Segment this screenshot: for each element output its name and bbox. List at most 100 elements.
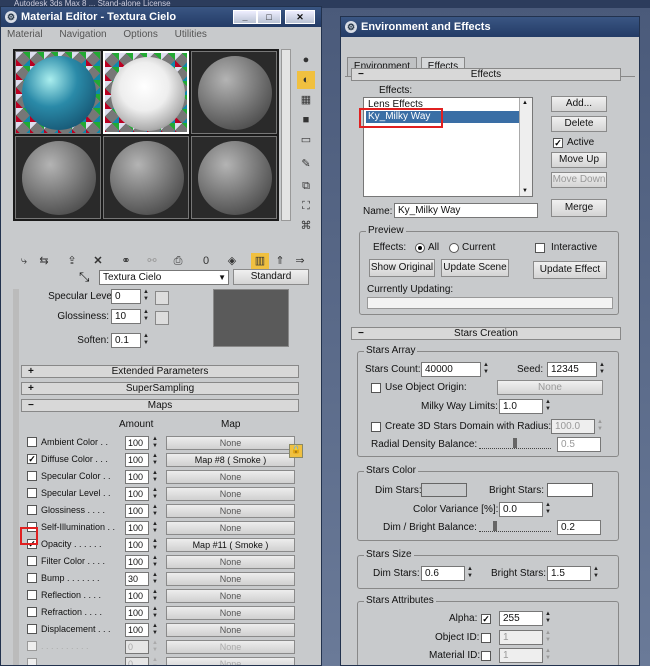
put-to-scene-icon[interactable]: ⇆ [35, 253, 53, 269]
move-up-button[interactable]: Move Up [551, 152, 607, 168]
map-slot-button[interactable]: None [166, 470, 295, 484]
sample-slot-6[interactable] [191, 136, 277, 219]
effects-rollout[interactable]: − Effects [351, 68, 621, 81]
make-unique-icon[interactable]: ⚯ [143, 253, 161, 269]
map-slot-button[interactable]: None [166, 589, 295, 603]
move-down-button[interactable]: Move Down [551, 172, 607, 188]
map-slot-button[interactable]: Map #8 ( Smoke ) [166, 453, 295, 467]
spinner-icon[interactable]: ▲▼ [151, 589, 159, 604]
specular-level-input[interactable]: 0 [111, 289, 141, 304]
scroll-down-icon[interactable]: ▼ [522, 188, 528, 194]
map-shortcut-button[interactable] [155, 291, 169, 305]
map-amount-input[interactable]: 100 [125, 538, 149, 552]
effects-list-scrollbar[interactable]: ▲ ▼ [519, 98, 532, 196]
spinner-icon[interactable]: ▲▼ [151, 453, 159, 468]
map-amount-input[interactable]: 100 [125, 470, 149, 484]
spinner-icon[interactable]: ▲▼ [544, 502, 552, 517]
map-amount-input[interactable]: 100 [125, 623, 149, 637]
milky-way-limits-input[interactable]: 1.0 [499, 399, 543, 414]
spinner-icon[interactable]: ▲▼ [151, 521, 159, 536]
sample-slot-5[interactable] [103, 136, 189, 219]
map-slot-button[interactable]: None [166, 487, 295, 501]
menu-navigation[interactable]: Navigation [59, 29, 106, 40]
sample-slot-1[interactable] [15, 51, 101, 134]
material-editor-titlebar[interactable]: ⚙ Material Editor - Textura Cielo _ □ ✕ [1, 7, 321, 27]
spinner-icon[interactable]: ▲▼ [151, 640, 159, 655]
go-forward-sibling-icon[interactable]: ⇒ [291, 253, 309, 269]
map-amount-input[interactable]: 0 [125, 657, 149, 665]
dim-bright-balance-input[interactable]: 0.2 [557, 520, 601, 535]
radius-input[interactable]: 100.0 [551, 419, 595, 434]
seed-input[interactable]: 12345 [547, 362, 597, 377]
map-enable-checkbox[interactable] [27, 488, 37, 498]
object-id-input[interactable]: 1 [499, 630, 543, 645]
go-to-parent-icon[interactable]: ⇑ [271, 253, 289, 269]
spinner-icon[interactable]: ▲▼ [151, 555, 159, 570]
menu-material[interactable]: Material [7, 29, 43, 40]
spinner-icon[interactable]: ▲▼ [596, 419, 604, 434]
supersampling-rollout[interactable]: + SuperSampling [21, 382, 299, 395]
map-enable-checkbox[interactable] [27, 590, 37, 600]
assign-material-icon[interactable]: ⇪ [63, 253, 81, 269]
map-enable-checkbox[interactable] [27, 641, 37, 651]
map-slot-button[interactable]: None [166, 606, 295, 620]
spinner-icon[interactable]: ▲▼ [544, 648, 552, 663]
object-id-checkbox[interactable] [481, 633, 491, 643]
color-variance-input[interactable]: 0.0 [499, 502, 543, 517]
map-enable-checkbox[interactable] [27, 658, 37, 665]
map-slot-button[interactable]: None [166, 521, 295, 535]
backlight-icon[interactable]: ◐ [297, 71, 315, 89]
show-end-result-icon[interactable]: ▥ [251, 253, 269, 269]
sample-uv-tiling-icon[interactable]: ■ [297, 111, 315, 129]
merge-button[interactable]: Merge [551, 199, 607, 217]
spinner-icon[interactable]: ▲▼ [142, 289, 150, 304]
spinner-icon[interactable]: ▲▼ [151, 657, 159, 665]
map-amount-input[interactable]: 100 [125, 589, 149, 603]
spinner-icon[interactable]: ▲▼ [142, 333, 150, 348]
map-slot-button[interactable]: None [166, 504, 295, 518]
map-enable-checkbox[interactable] [27, 505, 37, 515]
extended-parameters-rollout[interactable]: + Extended Parameters [21, 365, 299, 378]
select-by-material-icon[interactable]: ⛶ [297, 197, 315, 215]
map-amount-input[interactable]: 100 [125, 606, 149, 620]
material-id-input[interactable]: 1 [499, 648, 543, 663]
map-amount-input[interactable]: 0 [125, 640, 149, 654]
bright-stars-size-input[interactable]: 1.5 [547, 566, 591, 581]
update-effect-button[interactable]: Update Effect [533, 261, 607, 279]
spinner-icon[interactable]: ▲▼ [151, 470, 159, 485]
preview-all-radio[interactable] [415, 243, 425, 253]
soften-input[interactable]: 0.1 [111, 333, 141, 348]
sample-slot-2-selected[interactable] [103, 51, 189, 134]
sample-slot-3[interactable] [191, 51, 277, 134]
menu-utilities[interactable]: Utilities [175, 29, 207, 40]
slot-scrollbar[interactable] [281, 49, 291, 221]
scroll-up-icon[interactable]: ▲ [522, 100, 528, 106]
lock-icon[interactable]: 🔒 [289, 444, 303, 458]
update-scene-button[interactable]: Update Scene [441, 259, 509, 277]
show-original-button[interactable]: Show Original [369, 259, 435, 277]
spinner-icon[interactable]: ▲▼ [544, 399, 552, 414]
material-effects-channel-icon[interactable]: 0 [197, 253, 215, 269]
pick-material-icon[interactable]: ⤡ [79, 269, 89, 285]
spinner-icon[interactable]: ▲▼ [466, 566, 474, 581]
map-slot-button[interactable]: None [166, 572, 295, 586]
map-slot-button[interactable]: None [166, 623, 295, 637]
map-enable-checkbox[interactable] [27, 573, 37, 583]
active-checkbox[interactable]: ✓ [553, 138, 563, 148]
maximize-button[interactable]: □ [257, 10, 281, 24]
env-titlebar[interactable]: ⚙ Environment and Effects [341, 17, 639, 37]
spinner-icon[interactable]: ▲▼ [544, 630, 552, 645]
spinner-icon[interactable]: ▲▼ [151, 538, 159, 553]
map-enable-checkbox[interactable]: ✓ [27, 454, 37, 464]
minimize-button[interactable]: _ [233, 10, 257, 24]
map-slot-button[interactable]: None [166, 436, 295, 450]
glossiness-input[interactable]: 10 [111, 309, 141, 324]
add-button[interactable]: Add... [551, 96, 607, 112]
map-shortcut-button[interactable] [155, 311, 169, 325]
material-name-dropdown[interactable]: Textura Cielo ▼ [99, 270, 229, 285]
map-amount-input[interactable]: 100 [125, 453, 149, 467]
material-navigator-icon[interactable]: ⌘ [297, 217, 315, 235]
stars-creation-rollout[interactable]: − Stars Creation [351, 327, 621, 340]
options-icon[interactable]: ⧉ [297, 177, 315, 195]
spinner-icon[interactable]: ▲▼ [151, 623, 159, 638]
